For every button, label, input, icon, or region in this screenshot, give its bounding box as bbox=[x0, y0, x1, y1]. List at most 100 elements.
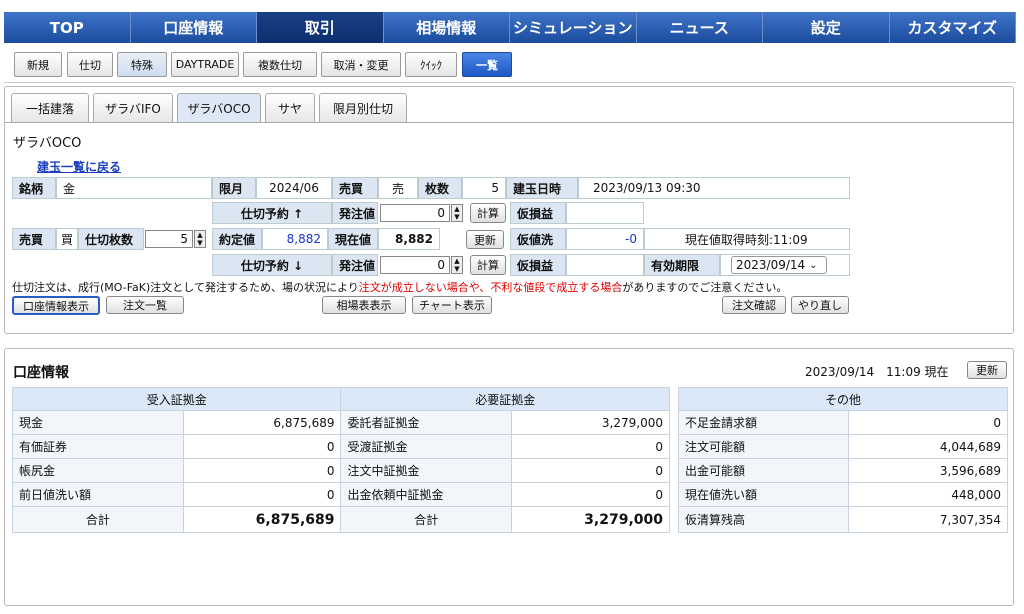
account-refresh-button[interactable]: 更新 bbox=[967, 361, 1007, 379]
close-side-value: 買 bbox=[56, 228, 78, 250]
row-value: 0 bbox=[511, 434, 670, 459]
expiry-label: 有効期限 bbox=[644, 254, 720, 276]
upper-order-spinner[interactable]: ▲ ▼ bbox=[451, 204, 463, 222]
side-value: 売 bbox=[378, 177, 418, 199]
total-label: 合計 bbox=[340, 506, 513, 533]
confirm-order-button[interactable]: 注文確認 bbox=[722, 296, 786, 314]
lower-reserve-label: 仕切予約 ↓ bbox=[212, 254, 332, 276]
nav-settings[interactable]: 設定 bbox=[763, 12, 890, 43]
notice-text: 仕切注文は、成行(MO-FaK)注文として発注するため、場の状況により bbox=[12, 281, 359, 294]
lower-order-label: 発注値 bbox=[332, 254, 378, 276]
sub-quick-button[interactable]: ｸｲｯｸ bbox=[405, 52, 457, 77]
tab-divider bbox=[5, 122, 1013, 123]
tab-oco[interactable]: ザラバOCO bbox=[177, 93, 261, 123]
nav-market[interactable]: 相場情報 bbox=[383, 12, 510, 43]
close-qty-spinner[interactable]: ▲ ▼ bbox=[194, 230, 206, 248]
sub-new-button[interactable]: 新規 bbox=[14, 52, 62, 77]
row-label: 委託者証拠金 bbox=[340, 410, 513, 435]
brand-value: 金 bbox=[56, 177, 212, 199]
row-label: 不足金請求額 bbox=[677, 410, 850, 435]
spin-down-icon: ▼ bbox=[454, 213, 460, 221]
lower-order-input[interactable]: 0 bbox=[380, 256, 450, 274]
row-label: 帳尻金 bbox=[12, 458, 184, 483]
upper-pl-label: 仮損益 bbox=[510, 202, 566, 224]
current-label: 現在値 bbox=[328, 228, 378, 250]
close-qty-label: 仕切枚数 bbox=[78, 228, 144, 250]
spin-up-icon: ▲ bbox=[197, 231, 203, 239]
tab-ifo[interactable]: ザラバIFO bbox=[93, 93, 173, 122]
lower-calc-button[interactable]: 計算 bbox=[470, 255, 506, 275]
upper-calc-button[interactable]: 計算 bbox=[470, 203, 506, 223]
brand-label: 銘柄 bbox=[12, 177, 56, 199]
row-value: 0 bbox=[511, 458, 670, 483]
back-to-positions-link[interactable]: 建玉一覧に戻る bbox=[37, 158, 121, 175]
row-label: 前日値洗い額 bbox=[12, 482, 184, 507]
required-margin-header: 必要証拠金 bbox=[340, 387, 670, 411]
tab-bulk[interactable]: 一括建落 bbox=[11, 93, 89, 122]
nav-customize[interactable]: カスタマイズ bbox=[889, 12, 1016, 43]
nav-account[interactable]: 口座情報 bbox=[130, 12, 257, 43]
expiry-select[interactable]: 2023/09/14 ⌄ bbox=[731, 256, 827, 274]
upper-order-input[interactable]: 0 bbox=[380, 204, 450, 222]
date-label: 建玉日時 bbox=[506, 177, 578, 199]
refresh-price-button[interactable]: 更新 bbox=[466, 230, 504, 249]
row-value: 448,000 bbox=[848, 482, 1008, 507]
contract-value: 8,882 bbox=[262, 228, 328, 250]
spin-up-icon: ▲ bbox=[454, 257, 460, 265]
row-label: 出金可能額 bbox=[677, 458, 850, 483]
row-value: 0 bbox=[182, 458, 342, 483]
total-received-value: 6,875,689 bbox=[182, 506, 342, 533]
tab-saya[interactable]: サヤ bbox=[265, 93, 315, 122]
qty-label: 枚数 bbox=[418, 177, 462, 199]
sub-close-button[interactable]: 仕切 bbox=[67, 52, 113, 77]
row-label: 現在値洗い額 bbox=[677, 482, 850, 507]
nav-news[interactable]: ニュース bbox=[636, 12, 763, 43]
row-label: 有価証券 bbox=[12, 434, 184, 459]
row-value: 6,875,689 bbox=[182, 410, 342, 435]
sub-nav: 新規 仕切 特殊 DAYTRADE 複数仕切 取消・変更 ｸｲｯｸ 一覧 bbox=[4, 46, 1016, 83]
notice-warning: 注文が成立しない場合や、不利な値段で成立する場合 bbox=[358, 281, 623, 294]
nav-trade[interactable]: 取引 bbox=[257, 12, 384, 43]
spin-up-icon: ▲ bbox=[454, 205, 460, 213]
upper-pl-value bbox=[566, 202, 644, 224]
nav-simulation[interactable]: シミュレーション bbox=[510, 12, 637, 43]
order-list-button[interactable]: 注文一覧 bbox=[106, 296, 184, 314]
row-value: 0 bbox=[182, 482, 342, 507]
price-time-note: 現在値取得時刻:11:09 bbox=[644, 228, 850, 250]
row-value: 0 bbox=[182, 434, 342, 459]
row-label: 仮清算残高 bbox=[677, 506, 850, 533]
other-header: その他 bbox=[678, 387, 1008, 411]
lower-order-spinner[interactable]: ▲ ▼ bbox=[451, 256, 463, 274]
sub-multi-close-button[interactable]: 複数仕切 bbox=[243, 52, 317, 77]
section-title: ザラバOCO bbox=[13, 136, 82, 151]
date-value: 2023/09/13 09:30 bbox=[578, 177, 850, 199]
sub-daytrade-button[interactable]: DAYTRADE bbox=[171, 52, 239, 77]
account-timestamp: 2023/09/14 11:09 現在 bbox=[805, 365, 949, 379]
sub-special-button[interactable]: 特殊 bbox=[117, 52, 167, 77]
chart-button[interactable]: チャート表示 bbox=[412, 296, 492, 314]
spin-down-icon: ▼ bbox=[454, 265, 460, 273]
sub-cancel-change-button[interactable]: 取消・変更 bbox=[321, 52, 401, 77]
tab-month-close[interactable]: 限月別仕切 bbox=[319, 93, 407, 122]
total-required-value: 3,279,000 bbox=[511, 506, 670, 533]
upper-reserve-label: 仕切予約 ↑ bbox=[212, 202, 332, 224]
wash-label: 仮値洗 bbox=[510, 228, 566, 250]
total-label: 合計 bbox=[12, 506, 184, 533]
current-value: 8,882 bbox=[378, 228, 440, 250]
row-value: 0 bbox=[511, 482, 670, 507]
chevron-down-icon: ⌄ bbox=[809, 259, 818, 271]
received-margin-header: 受入証拠金 bbox=[11, 387, 342, 411]
expiry-select-value: 2023/09/14 bbox=[736, 258, 806, 272]
row-value: 3,596,689 bbox=[848, 458, 1008, 483]
market-table-button[interactable]: 相場表表示 bbox=[322, 296, 406, 314]
close-qty-input[interactable]: 5 bbox=[145, 230, 193, 248]
month-value: 2024/06 bbox=[256, 177, 332, 199]
close-side-label: 売買 bbox=[12, 228, 56, 250]
sub-list-button[interactable]: 一覧 bbox=[462, 52, 512, 77]
reset-button[interactable]: やり直し bbox=[791, 296, 849, 314]
row-label: 受渡証拠金 bbox=[340, 434, 513, 459]
nav-top[interactable]: TOP bbox=[4, 12, 131, 43]
wash-value: -0 bbox=[566, 228, 644, 250]
lower-pl-label: 仮損益 bbox=[510, 254, 566, 276]
show-account-button[interactable]: 口座情報表示 bbox=[12, 296, 100, 315]
